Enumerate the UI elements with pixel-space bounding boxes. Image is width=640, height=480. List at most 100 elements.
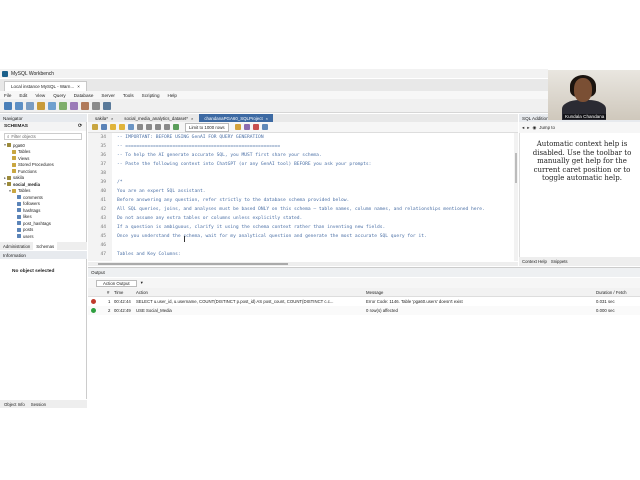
column-header-duration: Duration / Fetch: [596, 289, 627, 295]
column-header-time: Time: [114, 289, 124, 295]
create-view-icon[interactable]: [59, 101, 67, 110]
back-icon[interactable]: ◂: [522, 125, 524, 131]
new-sql-tab-icon[interactable]: [4, 101, 12, 110]
execute-statement-icon[interactable]: [119, 124, 125, 130]
tab-administration[interactable]: Administration: [0, 242, 33, 250]
tab-schemas[interactable]: Schemas: [33, 242, 58, 250]
limit-rows-select[interactable]: Limit to 1000 rows: [185, 122, 229, 132]
row-action: SELECT u.user_id, u.username, COUNT(DIST…: [136, 299, 334, 304]
toggle-help-icon[interactable]: ◉: [532, 125, 536, 131]
code-line[interactable]: 34 -- IMPORTANT: BEFORE USING GenAI FOR Q…: [88, 133, 518, 142]
explain-icon[interactable]: [128, 124, 134, 130]
code-line[interactable]: 45 Once you understand the schema, wait f…: [88, 232, 518, 241]
editor-tab[interactable]: social_media_analytics_dataset* ×: [119, 114, 199, 122]
close-icon[interactable]: ×: [266, 116, 268, 121]
execute-icon[interactable]: [110, 124, 116, 130]
code-line[interactable]: 44 If a question is ambiguous, clarify it…: [88, 223, 518, 232]
row-time: 00:42:44: [114, 299, 131, 304]
connection-tab[interactable]: Local instance MySQL - Warn... ×: [4, 81, 87, 91]
code-line[interactable]: 35 -- ===================================…: [88, 142, 518, 151]
tree-item-label: comments: [23, 194, 43, 200]
reconnect-icon[interactable]: [103, 101, 111, 110]
row-message: 0 row(s) affected: [366, 308, 398, 313]
table-row[interactable]: 2 00:42:49 USE Social_Media 0 row(s) aff…: [88, 306, 640, 315]
create-schema-icon[interactable]: [37, 101, 45, 110]
close-icon[interactable]: ×: [191, 116, 193, 121]
navigator-tabs: Administration Schemas: [0, 242, 87, 250]
stop-icon[interactable]: [137, 124, 143, 130]
tab-snippets[interactable]: Snippets: [551, 259, 568, 264]
commit-icon[interactable]: [155, 124, 161, 130]
tree-item-label: pga60: [13, 142, 25, 148]
code-line[interactable]: 37 -- Paste the following context into Ch…: [88, 160, 518, 169]
open-sql-script-icon[interactable]: [15, 101, 23, 110]
beautify-icon[interactable]: [234, 124, 241, 130]
menu-database[interactable]: Database: [74, 93, 94, 98]
menu-query[interactable]: Query: [53, 93, 66, 98]
column-header-message: Message: [366, 289, 384, 295]
create-procedure-icon[interactable]: [70, 101, 78, 110]
find-icon[interactable]: [243, 124, 250, 130]
code-line[interactable]: 40 You are an expert SQL assistant.: [88, 187, 518, 196]
create-table-icon[interactable]: [48, 101, 56, 110]
row-number: 1: [108, 299, 111, 304]
code-line[interactable]: 43 Do not assume any extra tables or colu…: [88, 214, 518, 223]
toggle-error-icon[interactable]: [146, 124, 152, 130]
create-function-icon[interactable]: [81, 101, 89, 110]
connection-tabbar: Local instance MySQL - Warn... ×: [0, 79, 548, 91]
editor-horizontal-scrollbar[interactable]: [88, 262, 518, 266]
menu-server[interactable]: Server: [101, 93, 115, 98]
forward-icon[interactable]: ▸: [527, 125, 529, 131]
information-header: Information: [0, 251, 87, 259]
editor-tab-active[interactable]: chandanaPGA60_SQLProject ×: [199, 114, 274, 122]
line-number: 45: [100, 234, 106, 239]
code-line[interactable]: 41 Before answering any question, refer s…: [88, 196, 518, 205]
tab-context-help[interactable]: Context Help: [522, 259, 547, 264]
menu-scripting[interactable]: Scripting: [142, 93, 160, 98]
tree-item[interactable]: users: [0, 233, 86, 240]
code-line[interactable]: 39 /*: [88, 178, 518, 187]
letterbox-bottom: [0, 408, 640, 480]
close-icon[interactable]: ×: [111, 116, 113, 121]
sql-additions-tabs: Context Help Snippets: [519, 257, 640, 266]
search-table-data-icon[interactable]: [92, 101, 100, 110]
code-line[interactable]: 47 Tables and Key Columns:: [88, 250, 518, 259]
code-line[interactable]: 42 All SQL queries, joins, and analyses m…: [88, 205, 518, 214]
open-file-icon[interactable]: [92, 124, 98, 130]
chevron-down-icon[interactable]: ▾: [141, 280, 143, 286]
rollback-icon[interactable]: [164, 124, 170, 130]
menu-help[interactable]: Help: [168, 93, 177, 98]
navigator-header: Navigator: [0, 114, 87, 122]
code-text: If a question is ambiguous, clarify it u…: [117, 225, 386, 230]
output-type-select[interactable]: Action Output: [96, 279, 137, 287]
editor-tab[interactable]: sakila* ×: [90, 114, 119, 122]
menu-edit[interactable]: Edit: [19, 93, 27, 98]
code-text: All SQL queries, joins, and analyses mus…: [117, 207, 485, 212]
tab-session[interactable]: Session: [31, 402, 46, 407]
code-line[interactable]: 36 -- To help the AI generate accurate SQ…: [88, 151, 518, 160]
code-line[interactable]: 46: [88, 241, 518, 250]
save-icon[interactable]: [101, 124, 107, 130]
information-title: Information: [3, 252, 26, 258]
schema-filter-input[interactable]: ⌕ Filter objects: [4, 133, 82, 140]
navigator-title: Navigator: [3, 115, 23, 121]
code-line[interactable]: 38: [88, 169, 518, 178]
editor-vertical-scrollbar[interactable]: [514, 133, 518, 261]
wrap-lines-icon[interactable]: [261, 124, 268, 130]
menu-file[interactable]: File: [4, 93, 11, 98]
webcam-overlay: Kundala Chandana: [548, 70, 640, 120]
open-inspector-icon[interactable]: [26, 101, 34, 110]
tab-object-info[interactable]: Object Info: [4, 402, 25, 407]
context-help-panel: Automatic context help is disabled. Use …: [519, 133, 640, 257]
folder-icon: [12, 162, 16, 167]
refresh-icon[interactable]: ⟳: [78, 124, 82, 129]
menu-tools[interactable]: Tools: [123, 93, 134, 98]
invisible-chars-icon[interactable]: [252, 124, 259, 130]
table-row[interactable]: 1 00:42:44 SELECT u.user_id, u.username,…: [88, 297, 640, 306]
jump-to-select[interactable]: Jump to: [539, 125, 555, 130]
sql-editor[interactable]: 34 -- IMPORTANT: BEFORE USING GenAI FOR Q…: [88, 133, 518, 261]
presenter-head: [574, 78, 592, 102]
close-icon[interactable]: ×: [77, 84, 80, 89]
menu-view[interactable]: View: [35, 93, 45, 98]
autocommit-icon[interactable]: [173, 124, 179, 130]
